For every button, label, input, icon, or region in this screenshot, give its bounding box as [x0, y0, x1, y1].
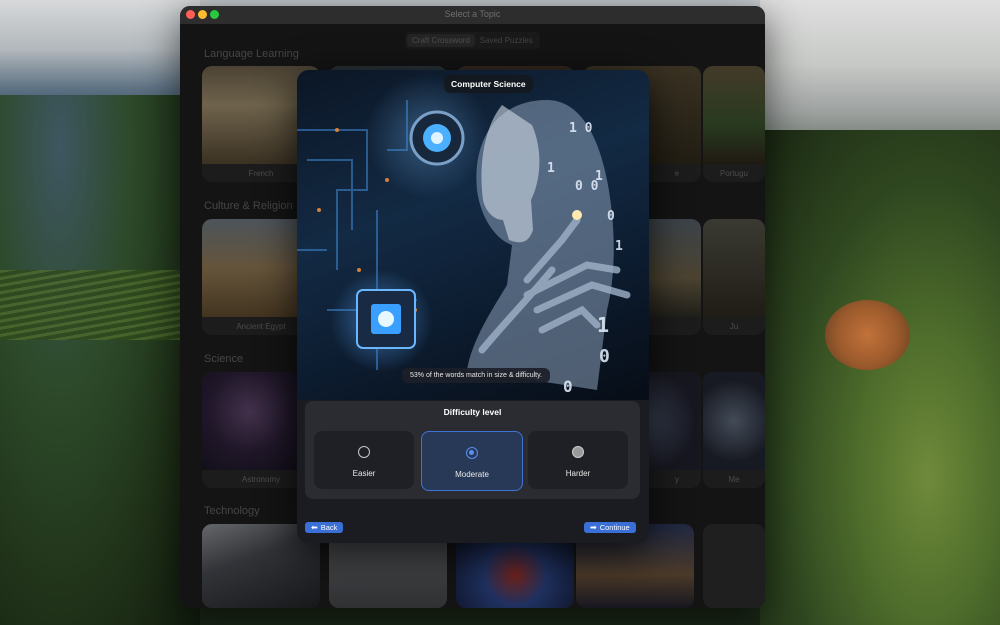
section-title-science: Science	[204, 353, 244, 365]
topic-card[interactable]	[703, 524, 765, 608]
topic-card-medicine[interactable]: Me	[703, 372, 765, 488]
topic-card-judaism[interactable]: Ju	[703, 219, 765, 335]
empty-circle-icon	[358, 446, 370, 458]
svg-text:1: 1	[595, 169, 603, 184]
title-bar: Select a Topic	[180, 6, 765, 24]
svg-text:0: 0	[607, 209, 615, 224]
continue-button-label: Continue	[599, 523, 630, 532]
radio-selected-icon	[466, 447, 478, 459]
difficulty-option-easier[interactable]: Easier	[314, 431, 414, 489]
topic-label: e	[674, 169, 680, 178]
window-title: Select a Topic	[444, 9, 501, 19]
topic-title-badge: Computer Science	[444, 75, 533, 93]
difficulty-option-label: Harder	[565, 469, 591, 478]
difficulty-panel: Difficulty level Easier Moderate Harder	[305, 401, 640, 499]
desktop-wallpaper-tree	[825, 300, 910, 370]
segment-craft-crossword[interactable]: Craft Crossword	[407, 34, 475, 47]
difficulty-title: Difficulty level	[443, 407, 502, 417]
continue-button[interactable]: ➡ Continue	[584, 522, 636, 533]
back-button-label: Back	[320, 523, 338, 532]
difficulty-sheet: 1 0 1 0 0 1 0 1 1 0 0 Computer Science 5…	[297, 70, 649, 543]
svg-text:1 0: 1 0	[569, 121, 593, 136]
svg-text:0: 0	[563, 377, 573, 396]
difficulty-option-label: Moderate	[455, 470, 489, 479]
desktop-wallpaper-vineyard	[0, 270, 190, 340]
section-title-culture-religion: Culture & Religion	[204, 200, 293, 212]
section-title-technology: Technology	[204, 505, 260, 517]
topic-label: y	[675, 475, 679, 484]
filled-circle-icon	[572, 446, 584, 458]
section-title-language-learning: Language Learning	[204, 48, 299, 60]
difficulty-option-harder[interactable]: Harder	[528, 431, 628, 489]
robot-illustration: 1 0 1 0 0 1 0 1 1 0 0	[297, 100, 631, 396]
desktop-wallpaper-sky-left	[0, 0, 200, 110]
desktop-wallpaper-hills-left	[0, 95, 200, 625]
arrow-right-icon: ➡	[590, 522, 597, 532]
topic-card-portuguese[interactable]: Portugu	[703, 66, 765, 182]
segment-saved-puzzles[interactable]: Saved Puzzles	[475, 34, 538, 47]
mode-segmented-control: Craft Crossword Saved Puzzles	[405, 32, 540, 49]
difficulty-option-moderate[interactable]: Moderate	[421, 431, 523, 491]
topic-image	[703, 524, 765, 608]
difficulty-option-label: Easier	[352, 469, 376, 478]
svg-text:1: 1	[615, 239, 623, 254]
topic-hero-image: 1 0 1 0 0 1 0 1 1 0 0 Computer Science 5…	[297, 70, 649, 400]
arrow-left-icon: ⬅	[311, 522, 318, 532]
topic-label: Me	[728, 475, 740, 484]
svg-text:0: 0	[599, 346, 610, 367]
topic-label: Portugu	[719, 169, 749, 178]
svg-text:1: 1	[547, 161, 555, 176]
desktop-wallpaper-hills-right	[760, 130, 1000, 625]
topic-image	[703, 372, 765, 470]
topic-image	[703, 66, 765, 164]
topic-image	[703, 219, 765, 317]
back-button[interactable]: ⬅ Back	[305, 522, 344, 533]
topic-label: Ju	[729, 322, 739, 331]
word-match-info: 53% of the words match in size & difficu…	[402, 368, 551, 383]
svg-text:1: 1	[597, 313, 609, 337]
